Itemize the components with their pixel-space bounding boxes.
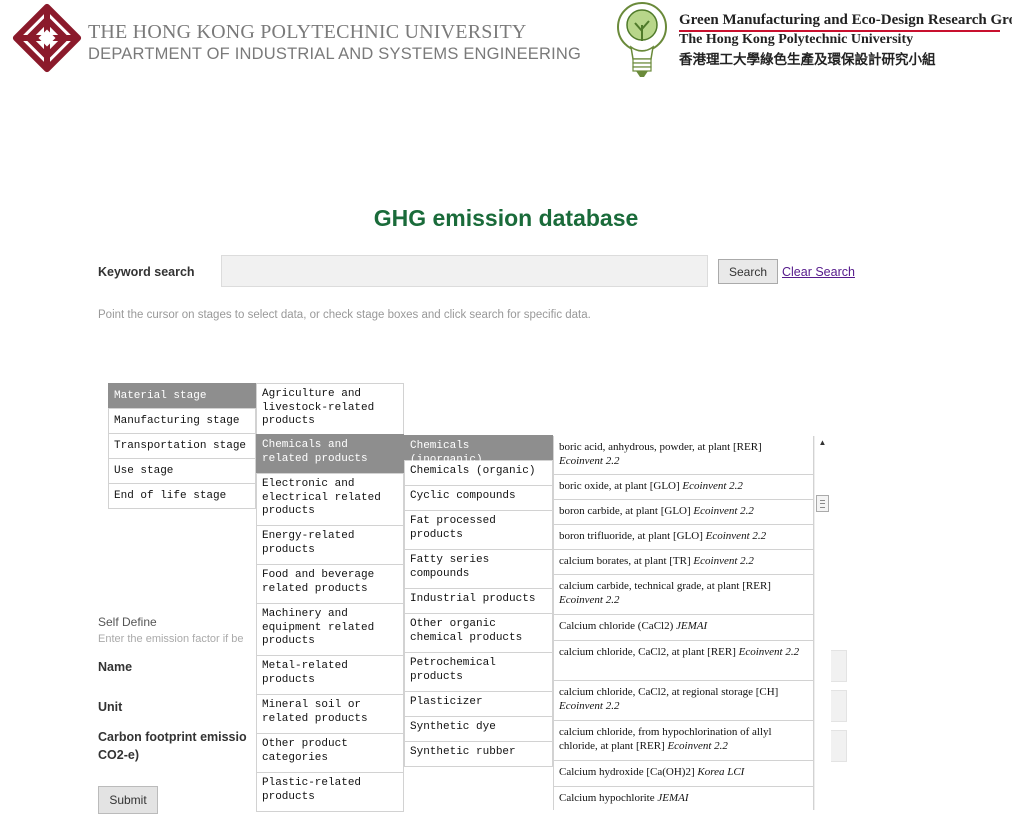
menu-item-material-stage[interactable]: Material stage bbox=[108, 383, 256, 409]
menu-item-plasticizer[interactable]: Plasticizer bbox=[404, 691, 553, 717]
menu-item-chemicals-inorganic[interactable]: Chemicals (inorganic) bbox=[404, 435, 553, 466]
item-source: Ecoinvent 2.2 bbox=[705, 530, 767, 542]
menu-item-energy[interactable]: Energy-related products bbox=[256, 525, 404, 565]
list-item[interactable]: calcium chloride, CaCl2, at regional sto… bbox=[553, 680, 814, 721]
menu-item-other-organic[interactable]: Other organic chemical products bbox=[404, 613, 553, 653]
menu-item-transportation-stage[interactable]: Transportation stage bbox=[108, 433, 256, 459]
item-name: calcium chloride, CaCl2, at regional sto… bbox=[559, 686, 779, 698]
lightbulb-tree-icon bbox=[617, 2, 667, 77]
scrollbar-thumb[interactable] bbox=[816, 495, 829, 512]
menu-item-other-product[interactable]: Other product categories bbox=[256, 733, 404, 773]
menu-item-food-beverage[interactable]: Food and beverage related products bbox=[256, 564, 404, 604]
scroll-up-arrow-icon[interactable]: ▲ bbox=[814, 436, 831, 450]
keyword-search-input[interactable] bbox=[221, 255, 708, 287]
item-source: Ecoinvent 2.2 bbox=[693, 555, 754, 567]
item-name: calcium borates, at plant [TR] bbox=[559, 555, 691, 567]
polyu-logo-icon bbox=[12, 3, 82, 73]
stage-menu: Material stage Manufacturing stage Trans… bbox=[108, 383, 256, 509]
item-name: boric acid, anhydrous, powder, at plant … bbox=[559, 441, 762, 453]
menu-item-plastic[interactable]: Plastic-related products bbox=[256, 772, 404, 812]
item-name: Calcium hydroxide [Ca(OH)2] bbox=[559, 766, 695, 778]
menu-item-fat-processed[interactable]: Fat processed products bbox=[404, 510, 553, 550]
item-name: boric oxide, at plant [GLO] bbox=[559, 480, 680, 492]
menu-item-use-stage[interactable]: Use stage bbox=[108, 458, 256, 484]
carbon-footprint-label-line2: CO2-e) bbox=[98, 748, 139, 762]
emission-item-list: boric acid, anhydrous, powder, at plant … bbox=[553, 436, 814, 810]
list-item[interactable]: boric acid, anhydrous, powder, at plant … bbox=[553, 436, 814, 475]
menu-item-petrochemical[interactable]: Petrochemical products bbox=[404, 652, 553, 692]
unit-label: Unit bbox=[98, 700, 123, 714]
list-item[interactable]: Calcium hydroxide [Ca(OH)2] Korea LCI bbox=[553, 760, 814, 787]
carbon-footprint-label: Carbon footprint emissio CO2-e) bbox=[98, 730, 247, 766]
item-source: Ecoinvent 2.2 bbox=[559, 455, 620, 467]
item-name: Calcium hypochlorite bbox=[559, 792, 655, 804]
item-source: JEMAI bbox=[657, 792, 689, 804]
item-source: JEMAI bbox=[676, 620, 708, 632]
research-group-chinese-name: 香港理工大學綠色生產及環保設計研究小組 bbox=[679, 52, 936, 68]
item-source: Ecoinvent 2.2 bbox=[738, 646, 800, 658]
menu-item-synthetic-dye[interactable]: Synthetic dye bbox=[404, 716, 553, 742]
item-name: boron trifluoride, at plant [GLO] bbox=[559, 530, 703, 542]
item-source: Ecoinvent 2.2 bbox=[559, 700, 620, 712]
list-item[interactable]: boron trifluoride, at plant [GLO] Ecoinv… bbox=[553, 524, 814, 550]
item-source: Ecoinvent 2.2 bbox=[667, 740, 728, 752]
item-name: calcium chloride, from hypochlorination … bbox=[559, 726, 772, 752]
research-group-name: Green Manufacturing and Eco-Design Resea… bbox=[679, 12, 1012, 28]
list-item[interactable]: Calcium hypochlorite JEMAI bbox=[553, 786, 814, 810]
item-name: Calcium chloride (CaCl2) bbox=[559, 620, 674, 632]
university-name: THE HONG KONG POLYTECHNIC UNIVERSITY bbox=[88, 21, 527, 43]
list-item[interactable]: calcium carbide, technical grade, at pla… bbox=[553, 574, 814, 615]
item-name: boron carbide, at plant [GLO] bbox=[559, 505, 691, 517]
menu-item-fatty-series[interactable]: Fatty series compounds bbox=[404, 549, 553, 589]
category-menu: Agriculture and livestock-related produc… bbox=[256, 383, 404, 812]
item-name: calcium chloride, CaCl2, at plant [RER] bbox=[559, 646, 736, 658]
subcategory-menu: Chemicals (inorganic) Chemicals (organic… bbox=[404, 435, 553, 767]
list-item[interactable]: Calcium chloride (CaCl2) JEMAI bbox=[553, 614, 814, 641]
list-item[interactable]: calcium chloride, from hypochlorination … bbox=[553, 720, 814, 761]
clear-search-link[interactable]: Clear Search bbox=[782, 265, 855, 279]
menu-item-end-of-life-stage[interactable]: End of life stage bbox=[108, 483, 256, 509]
search-hint: Point the cursor on stages to select dat… bbox=[98, 309, 591, 321]
menu-item-agriculture[interactable]: Agriculture and livestock-related produc… bbox=[256, 383, 404, 435]
menu-item-metal[interactable]: Metal-related products bbox=[256, 655, 404, 695]
item-source: Ecoinvent 2.2 bbox=[559, 594, 620, 606]
name-label: Name bbox=[98, 660, 133, 674]
menu-item-machinery[interactable]: Machinery and equipment related products bbox=[256, 603, 404, 656]
menu-item-industrial-products[interactable]: Industrial products bbox=[404, 588, 553, 614]
menu-item-synthetic-rubber[interactable]: Synthetic rubber bbox=[404, 741, 553, 767]
menu-item-electronic[interactable]: Electronic and electrical related produc… bbox=[256, 473, 404, 526]
item-list-scrollbar[interactable] bbox=[814, 436, 831, 810]
list-item[interactable]: boron carbide, at plant [GLO] Ecoinvent … bbox=[553, 499, 814, 525]
list-item[interactable]: calcium chloride, CaCl2, at plant [RER] … bbox=[553, 640, 814, 681]
list-item[interactable]: calcium borates, at plant [TR] Ecoinvent… bbox=[553, 549, 814, 575]
self-define-title: Self Define bbox=[98, 615, 157, 629]
list-item[interactable]: boric oxide, at plant [GLO] Ecoinvent 2.… bbox=[553, 474, 814, 500]
keyword-search-label: Keyword search bbox=[98, 265, 195, 279]
menu-item-chemicals[interactable]: Chemicals and related products bbox=[256, 434, 404, 474]
item-name: calcium carbide, technical grade, at pla… bbox=[559, 580, 771, 592]
search-button[interactable]: Search bbox=[718, 259, 778, 284]
research-group-university: The Hong Kong Polytechnic University bbox=[679, 32, 914, 47]
menu-item-cyclic-compounds[interactable]: Cyclic compounds bbox=[404, 485, 553, 511]
carbon-footprint-label-line1: Carbon footprint emissio bbox=[98, 730, 247, 744]
department-name: DEPARTMENT OF INDUSTRIAL AND SYSTEMS ENG… bbox=[88, 45, 582, 63]
item-source: Ecoinvent 2.2 bbox=[682, 480, 743, 492]
item-source: Ecoinvent 2.2 bbox=[693, 505, 754, 517]
page-title: GHG emission database bbox=[373, 205, 639, 231]
self-define-hint: Enter the emission factor if be bbox=[98, 633, 244, 645]
item-source: Korea LCI bbox=[697, 766, 745, 778]
menu-item-mineral-soil[interactable]: Mineral soil or related products bbox=[256, 694, 404, 734]
menu-item-manufacturing-stage[interactable]: Manufacturing stage bbox=[108, 408, 256, 434]
